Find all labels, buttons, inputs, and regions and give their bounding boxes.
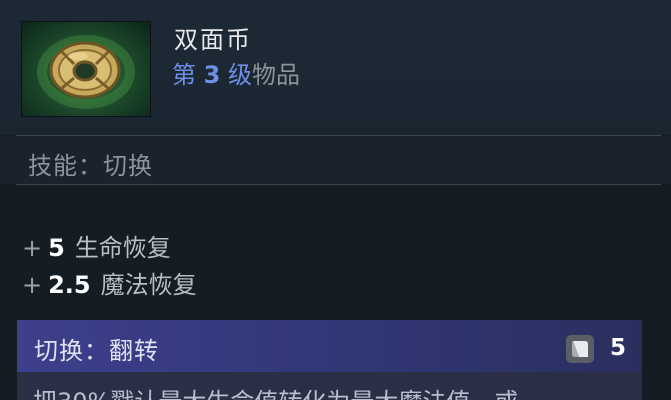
active-description-bar: 把30%戳认最大生命值转化为最大魔法值，或 — [17, 372, 642, 400]
coin-icon — [37, 35, 135, 109]
ability-label: 技能：切换 — [28, 152, 153, 180]
stat-value: 2.5 — [48, 271, 91, 299]
cooldown-icon — [566, 335, 594, 363]
item-name: 双面币 — [174, 26, 252, 54]
tier-type: 物品 — [251, 61, 300, 89]
stat-plus: + — [22, 271, 43, 299]
cooldown-value: 5 — [610, 335, 627, 361]
active-description: 把30%戳认最大生命值转化为最大魔法值，或 — [33, 382, 518, 400]
tier-prefix: 第 — [172, 61, 196, 89]
stat-label: 魔法恢复 — [100, 271, 197, 299]
stat-row-mana-regen: +2.5 魔法恢复 — [22, 265, 197, 300]
item-icon — [21, 21, 151, 117]
stat-value: 5 — [48, 234, 65, 262]
stat-row-health-regen: +5 生命恢复 — [22, 228, 171, 263]
stat-plus: + — [22, 234, 43, 262]
stat-label: 生命恢复 — [74, 234, 171, 262]
tier-suffix: 级 — [227, 61, 252, 89]
active-ability-title: 切换：翻转 — [34, 337, 159, 365]
divider — [16, 184, 661, 185]
tier-number: 3 — [203, 61, 221, 89]
item-tier: 第 3 级物品 — [172, 55, 300, 90]
